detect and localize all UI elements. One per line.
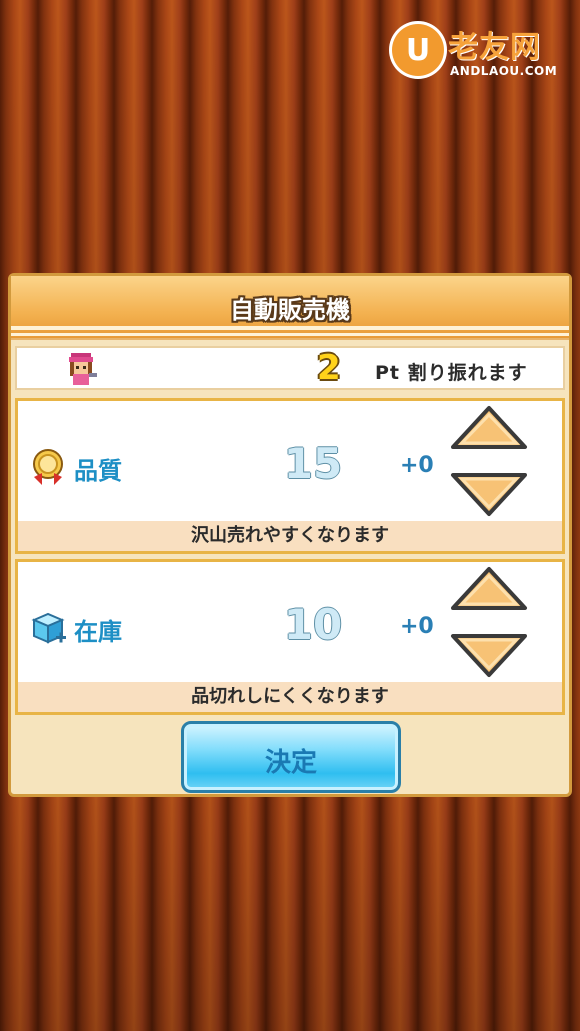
header-stripe: [11, 326, 569, 330]
stat-description-quality: 沢山売れやすくなります: [18, 521, 562, 551]
staff-avatar-icon: [69, 353, 97, 385]
dialog-header: 自動販売機: [11, 276, 569, 340]
stat-description-stock: 品切れしにくくなります: [18, 682, 562, 712]
gold-medal-icon: [33, 449, 63, 485]
stat-bonus-stock: +0: [400, 614, 434, 639]
header-stripe: [11, 333, 569, 336]
stat-label-quality: 品質: [74, 457, 122, 485]
decrease-quality-button[interactable]: [450, 469, 528, 517]
watermark-site-url: ANDLAOU.COM: [450, 64, 558, 78]
decrease-stock-button[interactable]: [450, 630, 528, 678]
stat-value-stock: 10: [283, 600, 343, 649]
watermark-logo: U 老友网 ANDLAOU.COM: [392, 20, 562, 82]
stat-panel-quality: 品質 15 +0 沢山売れやすくなります: [15, 398, 565, 554]
stat-label-stock: 在庫: [74, 618, 122, 646]
ice-cube-box-icon: [31, 612, 66, 644]
watermark-site-name: 老友网: [448, 30, 541, 65]
increase-quality-button[interactable]: [450, 405, 528, 453]
points-label: Pt 割り振れます: [375, 362, 528, 384]
vending-machine-dialog: 自動販売機 2 Pt 割り振れます 品質 15 +0 沢山売れやすくなります 在…: [8, 273, 572, 797]
points-bar: 2 Pt 割り振れます: [15, 346, 565, 390]
watermark-circle-icon: U: [392, 24, 444, 76]
increase-stock-button[interactable]: [450, 566, 528, 614]
points-remaining: 2: [317, 348, 341, 388]
stat-value-quality: 15: [283, 439, 343, 488]
confirm-button-label: 決定: [264, 748, 317, 778]
confirm-button[interactable]: 決定: [181, 721, 401, 793]
stat-panel-stock: 在庫 10 +0 品切れしにくくなります: [15, 559, 565, 715]
stat-bonus-quality: +0: [400, 453, 434, 478]
dialog-title: 自動販売機: [230, 296, 350, 324]
